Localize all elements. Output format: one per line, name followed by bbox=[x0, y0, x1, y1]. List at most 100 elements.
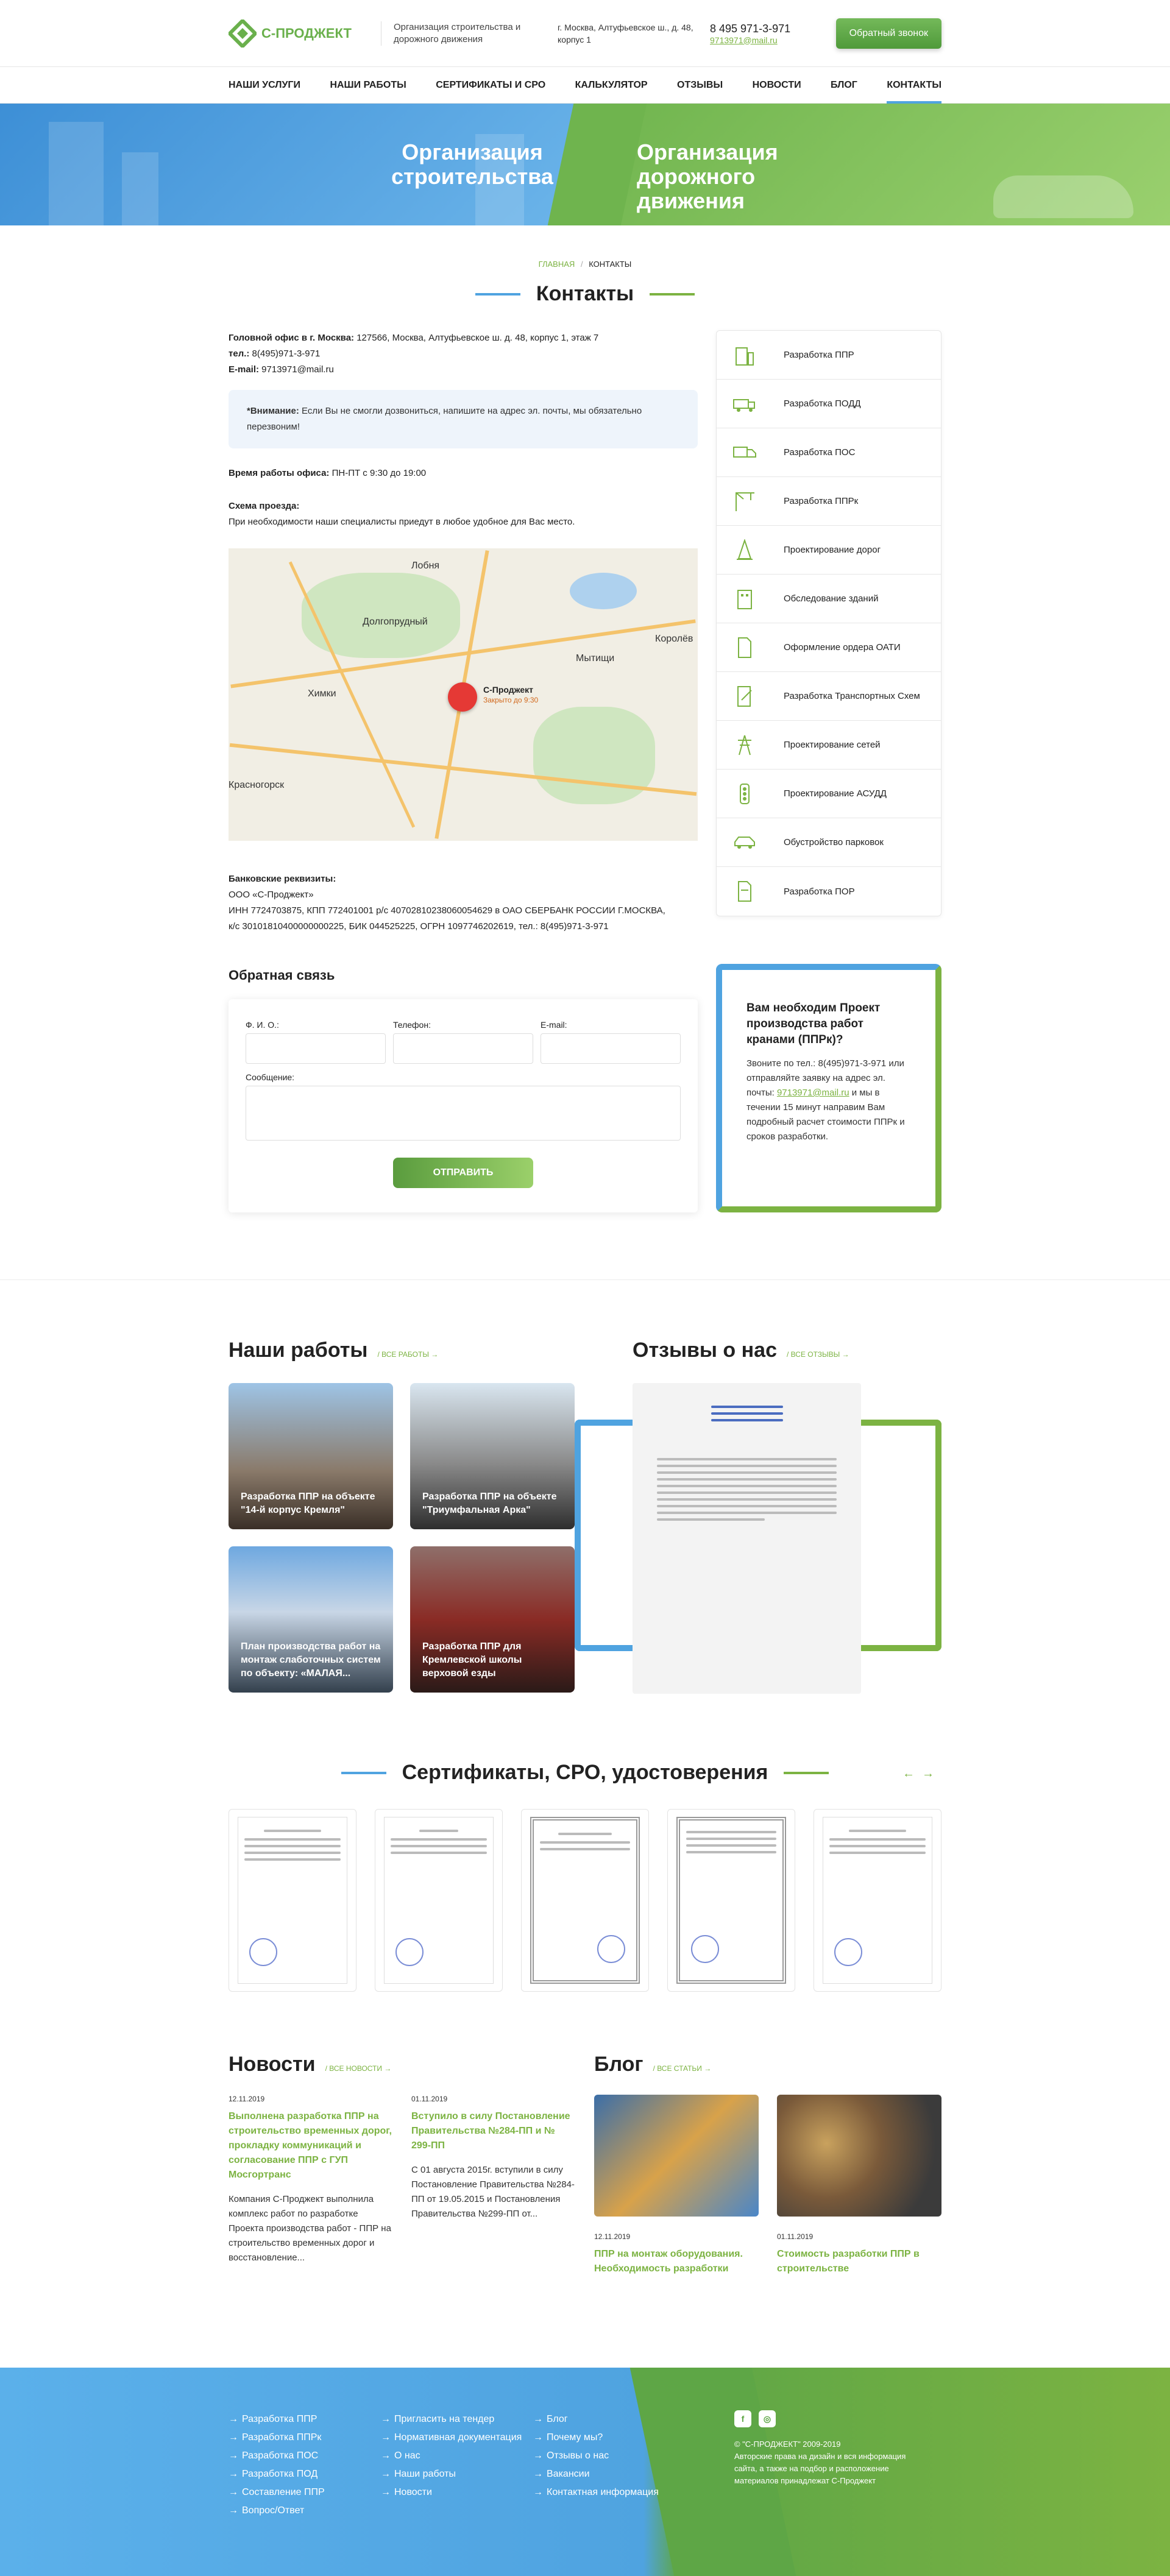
breadcrumb-current: КОНТАКТЫ bbox=[589, 260, 632, 269]
map-marker-icon[interactable] bbox=[448, 682, 477, 712]
footer-link[interactable]: Составление ППР bbox=[242, 2483, 325, 2502]
email-input[interactable] bbox=[541, 1033, 681, 1064]
office-map[interactable]: Долгопрудный Химки Мытищи Лобня Королёв … bbox=[229, 548, 698, 841]
header-email[interactable]: 9713971@mail.ru bbox=[710, 35, 814, 45]
work-card[interactable]: План производства работ на монтаж слабот… bbox=[229, 1546, 393, 1693]
message-textarea[interactable] bbox=[246, 1086, 681, 1141]
works-title: Наши работы bbox=[229, 1339, 368, 1362]
certificate-card[interactable] bbox=[814, 1809, 941, 1992]
review-letter-image[interactable] bbox=[633, 1383, 861, 1694]
nav-blog[interactable]: БЛОГ bbox=[831, 67, 857, 104]
email-value[interactable]: 9713971@mail.ru bbox=[259, 364, 334, 375]
blog-image[interactable] bbox=[594, 2095, 759, 2217]
service-parking[interactable]: Обустройство парковок bbox=[717, 818, 941, 867]
logo[interactable]: С-ПРОДЖЕКТ bbox=[229, 19, 369, 48]
service-inspection[interactable]: Обследование зданий bbox=[717, 575, 941, 623]
work-caption: Разработка ППР на объекте "Триумфальная … bbox=[422, 1491, 557, 1515]
name-label: Ф. И. О.: bbox=[246, 1020, 279, 1030]
nav-works[interactable]: НАШИ РАБОТЫ bbox=[330, 67, 406, 104]
service-label: Разработка Транспортных Схем bbox=[784, 691, 920, 701]
footer-link[interactable]: Почему мы? bbox=[547, 2429, 603, 2447]
work-card[interactable]: Разработка ППР на объекте "14-й корпус К… bbox=[229, 1383, 393, 1529]
footer-link[interactable]: Разработка ППР bbox=[242, 2410, 317, 2429]
certificate-card[interactable] bbox=[229, 1809, 356, 1992]
work-card[interactable]: Разработка ППР на объекте "Триумфальная … bbox=[410, 1383, 575, 1529]
blog-title-link[interactable]: Стоимость разработки ППР в строительстве bbox=[777, 2247, 941, 2276]
footer-link[interactable]: Контактная информация bbox=[547, 2483, 659, 2502]
callback-button[interactable]: Обратный звонок bbox=[835, 18, 941, 49]
promo-email[interactable]: 9713971@mail.ru bbox=[777, 1088, 849, 1098]
news-title-link[interactable]: Выполнена разработка ППР на строительств… bbox=[229, 2109, 393, 2182]
blog-title-link[interactable]: ППР на монтаж оборудования. Необходимост… bbox=[594, 2247, 759, 2276]
blog-image[interactable] bbox=[777, 2095, 941, 2217]
service-label: Обследование зданий bbox=[784, 593, 879, 604]
work-caption: Разработка ППР на объекте "14-й корпус К… bbox=[241, 1491, 375, 1515]
tel-value[interactable]: 8(495)971-3-971 bbox=[249, 349, 321, 359]
title-line-blue bbox=[475, 292, 520, 295]
arrow-right-icon[interactable]: → bbox=[922, 1767, 941, 1780]
footer-link[interactable]: Отзывы о нас bbox=[547, 2447, 609, 2465]
all-reviews-link[interactable]: / ВСЕ ОТЗЫВЫ → bbox=[787, 1350, 849, 1359]
truck-icon bbox=[731, 391, 758, 417]
banner-right-title[interactable]: Организация дорожного движения bbox=[637, 140, 856, 213]
nav-reviews[interactable]: ОТЗЫВЫ bbox=[677, 67, 723, 104]
work-card[interactable]: Разработка ППР для Кремлевской школы вер… bbox=[410, 1546, 575, 1693]
footer-link[interactable]: Нормативная документация bbox=[394, 2429, 522, 2447]
service-pprk[interactable]: Разработка ППРк bbox=[717, 477, 941, 526]
service-oati[interactable]: Оформление ордера ОАТИ bbox=[717, 623, 941, 672]
nav-news[interactable]: НОВОСТИ bbox=[753, 67, 801, 104]
service-networks[interactable]: Проектирование сетей bbox=[717, 721, 941, 770]
header-phone[interactable]: 8 495 971-3-971 bbox=[710, 23, 814, 35]
road-cone-icon bbox=[731, 537, 758, 564]
footer-link[interactable]: Вопрос/Ответ bbox=[242, 2502, 304, 2520]
page-title: Контакты bbox=[536, 282, 634, 305]
arrow-left-icon[interactable]: ← bbox=[902, 1767, 922, 1780]
service-roads[interactable]: Проектирование дорог bbox=[717, 526, 941, 575]
footer-link[interactable]: Пригласить на тендер bbox=[394, 2410, 494, 2429]
feedback-form: Ф. И. О.: Телефон: E-mail: Сообщение: ОТ… bbox=[229, 999, 698, 1212]
name-input[interactable] bbox=[246, 1033, 386, 1064]
office-label: Головной офис в г. Москва: bbox=[229, 333, 355, 343]
news-item: 12.11.2019 Выполнена разработка ППР на с… bbox=[229, 2095, 393, 2265]
phone-input[interactable] bbox=[393, 1033, 533, 1064]
nav-services[interactable]: НАШИ УСЛУГИ bbox=[229, 67, 300, 104]
letter-header bbox=[711, 1406, 783, 1421]
service-podd[interactable]: Разработка ПОДД bbox=[717, 380, 941, 428]
blog-title: Блог bbox=[594, 2053, 644, 2076]
news-title-link[interactable]: Вступило в силу Постановление Правительс… bbox=[411, 2109, 576, 2153]
nav-certificates[interactable]: СЕРТИФИКАТЫ И СРО bbox=[436, 67, 545, 104]
review-slider[interactable] bbox=[575, 1383, 941, 1694]
service-label: Разработка ППР bbox=[784, 350, 854, 360]
footer-link[interactable]: Разработка ПОД bbox=[242, 2465, 317, 2483]
footer-link[interactable]: Разработка ПОС bbox=[242, 2447, 318, 2465]
nav-contacts[interactable]: КОНТАКТЫ bbox=[887, 67, 941, 104]
footer-link[interactable]: Вакансии bbox=[547, 2465, 590, 2483]
banner-left-title[interactable]: Организация строительства bbox=[387, 140, 558, 189]
all-news-link[interactable]: / ВСЕ НОВОСТИ → bbox=[325, 2064, 392, 2073]
all-blog-link[interactable]: / ВСЕ СТАТЬИ → bbox=[653, 2064, 712, 2073]
document-icon bbox=[731, 878, 758, 905]
service-pos[interactable]: Разработка ПОС bbox=[717, 428, 941, 477]
map-marker-status: Закрыто до 9:30 bbox=[483, 696, 539, 704]
service-asudd[interactable]: Проектирование АСУДД bbox=[717, 770, 941, 818]
service-por[interactable]: Разработка ПОР bbox=[717, 867, 941, 916]
certificate-card[interactable] bbox=[375, 1809, 503, 1992]
hero-banner: Организация строительства Организация до… bbox=[0, 104, 1170, 225]
car-silhouette bbox=[993, 175, 1133, 218]
all-works-link[interactable]: / ВСЕ РАБОТЫ → bbox=[377, 1350, 438, 1359]
send-button[interactable]: ОТПРАВИТЬ bbox=[393, 1158, 533, 1188]
footer-link[interactable]: Разработка ППРк bbox=[242, 2429, 321, 2447]
facebook-icon[interactable]: f bbox=[734, 2410, 751, 2427]
footer-link[interactable]: Наши работы bbox=[394, 2465, 456, 2483]
footer-col-info: → Блог → Почему мы? → Отзывы о нас → Ваканси… bbox=[533, 2410, 686, 2520]
footer-link[interactable]: О нас bbox=[394, 2447, 420, 2465]
nav-calculator[interactable]: КАЛЬКУЛЯТОР bbox=[575, 67, 648, 104]
service-transport[interactable]: Разработка Транспортных Схем bbox=[717, 672, 941, 721]
breadcrumb-home[interactable]: ГЛАВНАЯ bbox=[539, 260, 575, 269]
service-ppr[interactable]: Разработка ППР bbox=[717, 331, 941, 380]
certificate-card[interactable] bbox=[667, 1809, 795, 1992]
certificate-card[interactable] bbox=[521, 1809, 649, 1992]
footer-link[interactable]: Блог bbox=[547, 2410, 568, 2429]
instagram-icon[interactable]: ◎ bbox=[759, 2410, 776, 2427]
footer-link[interactable]: Новости bbox=[394, 2483, 432, 2502]
